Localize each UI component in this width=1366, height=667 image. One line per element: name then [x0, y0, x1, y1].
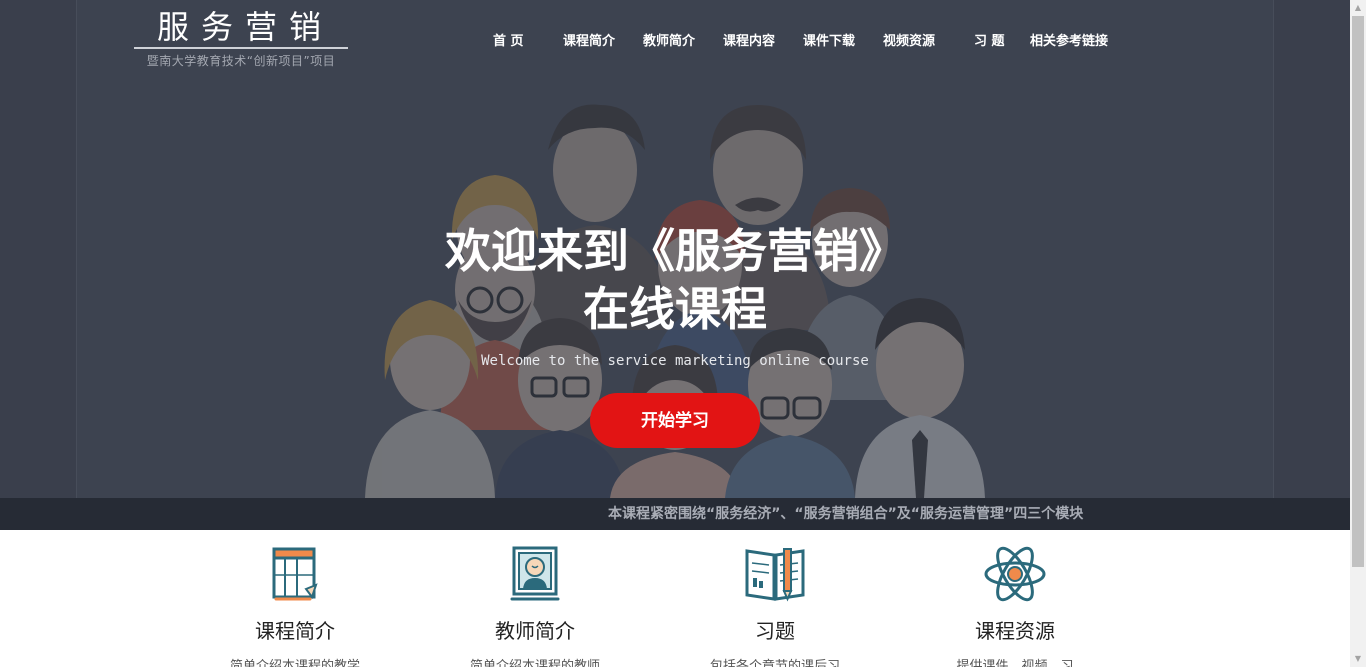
nav-item-video-resources[interactable]: 视频资源: [883, 30, 935, 49]
feature-card-teacher-intro[interactable]: 教师简介 简单介绍本课程的教师: [415, 530, 655, 667]
scrollbar-thumb[interactable]: [1352, 16, 1364, 567]
feature-desc: 包括各个章节的课后习: [709, 659, 840, 667]
feature-desc: 提供课件、视频、习: [956, 659, 1074, 667]
hero-title-line2: 在线课程: [583, 282, 767, 336]
feature-title: 教师简介: [495, 619, 575, 643]
nav-item-reference-links[interactable]: 相关参考链接: [1030, 30, 1108, 49]
hero-banner: 服务营销 暨南大学教育技术“创新项目”项目 首 页 课程简介 教师简介 课程内容…: [0, 0, 1350, 498]
logo-title: 服务营销: [156, 8, 333, 46]
scroll-down-icon[interactable]: ▼: [1350, 651, 1366, 667]
ticker-window: 本课程紧密围绕“服务经济”、“服务营销组合”及“服务运营管理”四三个模块: [608, 498, 1125, 530]
teacher-portrait-icon: [510, 546, 560, 601]
hero-title: 欢迎来到《服务营销》 在线课程: [375, 222, 975, 338]
announcement-ticker: 本课程紧密围绕“服务经济”、“服务营销组合”及“服务运营管理”四三个模块: [0, 498, 1350, 530]
atom-icon: [984, 546, 1046, 602]
feature-card-course-intro[interactable]: 课程简介 简单介绍本课程的教学: [175, 530, 415, 667]
nav-item-course-content[interactable]: 课程内容: [723, 30, 775, 49]
feature-card-exercises[interactable]: 习题 包括各个章节的课后习: [655, 530, 895, 667]
site-logo[interactable]: 服务营销 暨南大学教育技术“创新项目”项目: [132, 8, 350, 69]
feature-desc: 简单介绍本课程的教师: [469, 659, 600, 667]
feature-desc: 简单介绍本课程的教学: [229, 659, 360, 667]
start-learning-button[interactable]: 开始学习: [590, 393, 760, 448]
feature-card-course-resources[interactable]: 课程资源 提供课件、视频、习: [895, 530, 1135, 667]
hero-title-line1: 欢迎来到《服务营销》: [445, 224, 905, 278]
course-outline-icon: [272, 547, 318, 601]
nav-item-course-intro[interactable]: 课程简介: [563, 30, 615, 49]
nav-item-exercises[interactable]: 习 题: [974, 30, 1005, 49]
page-scrollbar[interactable]: ▲ ▼: [1350, 0, 1366, 667]
nav-item-home[interactable]: 首 页: [493, 30, 524, 49]
nav-item-courseware-download[interactable]: 课件下载: [803, 30, 855, 49]
logo-divider: [134, 47, 348, 49]
feature-title: 习题: [755, 619, 795, 643]
scroll-up-icon[interactable]: ▲: [1350, 0, 1366, 16]
ticker-text: 本课程紧密围绕“服务经济”、“服务营销组合”及“服务运营管理”四三个模块: [608, 506, 1084, 522]
nav-item-teacher-intro[interactable]: 教师简介: [643, 30, 695, 49]
hero-subtitle: Welcome to the service marketing online …: [481, 353, 869, 369]
feature-title: 课程资源: [975, 619, 1055, 643]
feature-section: 课程简介 简单介绍本课程的教学 教师简介 简单介绍本课程的教师 习题 包括各个章…: [0, 530, 1350, 667]
notebook-pen-icon: [745, 548, 805, 602]
feature-title: 课程简介: [255, 619, 335, 643]
logo-subtitle: 暨南大学教育技术“创新项目”项目: [146, 54, 336, 68]
